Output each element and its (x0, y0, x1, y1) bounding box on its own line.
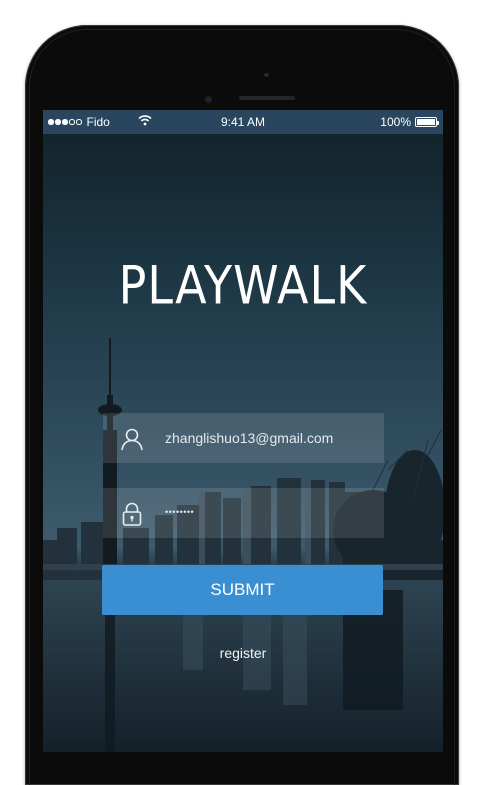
lock-icon (122, 502, 142, 526)
earpiece-speaker (239, 96, 295, 100)
app-logo: PLAYWALK (118, 253, 368, 317)
battery-icon (415, 117, 439, 127)
password-input[interactable]: •••••••• (165, 488, 375, 536)
submit-button[interactable]: SUBMIT (102, 565, 383, 615)
status-bar: Fido 9:41 AM 100% (43, 110, 443, 134)
battery-percent: 100% (380, 115, 411, 129)
register-link[interactable]: register (43, 645, 443, 661)
app-screen: Fido 9:41 AM 100% PLAYWALK •••••• (43, 110, 443, 752)
battery-status: 100% (380, 115, 439, 129)
email-input[interactable] (165, 413, 375, 463)
user-icon (121, 428, 143, 451)
front-camera (205, 96, 212, 103)
battery-fill (417, 119, 435, 125)
password-field[interactable]: •••••••• (103, 488, 384, 538)
proximity-sensor (264, 73, 269, 77)
email-field[interactable] (103, 413, 384, 463)
